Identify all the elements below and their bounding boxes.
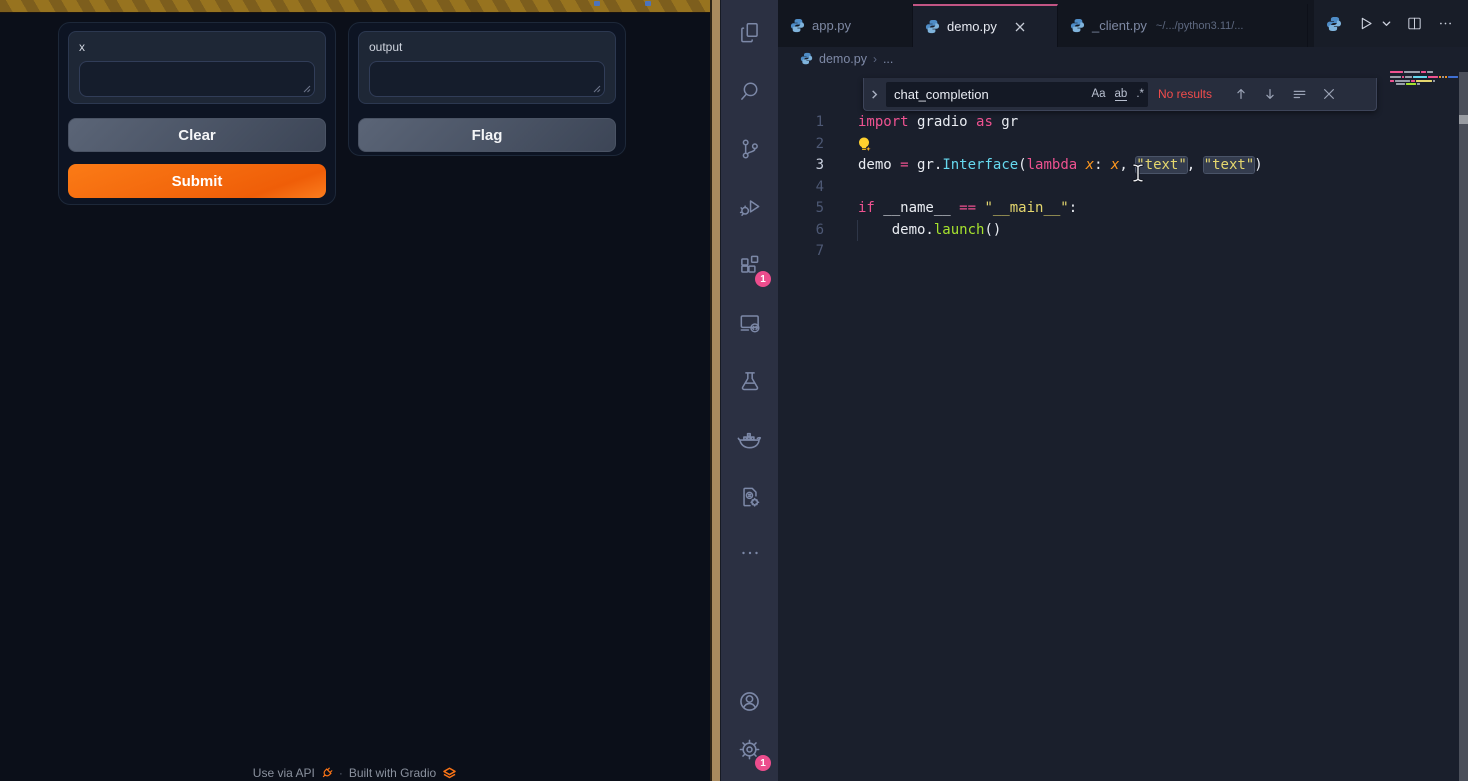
- extensions-badge: 1: [755, 271, 771, 287]
- editor-group: app.py demo.py _client.py ~/.../python3.…: [778, 0, 1468, 781]
- lightbulb-icon[interactable]: [856, 136, 872, 153]
- settings-badge: 1: [755, 755, 771, 771]
- gradio-textbox-x: x: [68, 31, 326, 104]
- line-number: 5: [778, 198, 824, 220]
- settings-gear-icon[interactable]: 1: [721, 725, 778, 773]
- gradio-textbox-output: output: [358, 31, 616, 104]
- config-file-icon[interactable]: [721, 473, 778, 521]
- browser-topbar-stripe: [0, 0, 710, 13]
- find-widget: Aa ab .* No results: [863, 78, 1377, 111]
- activity-bar: 1 1: [721, 0, 778, 781]
- editor-actions: [1314, 0, 1468, 47]
- extensions-icon[interactable]: 1: [721, 241, 778, 289]
- gradio-output-column: output Flag: [348, 22, 626, 156]
- chevron-right-icon: ›: [873, 52, 877, 66]
- whole-word-toggle[interactable]: ab: [1115, 88, 1128, 101]
- tab-label: app.py: [812, 18, 851, 33]
- python-icon: [1070, 18, 1085, 33]
- toggle-replace-chevron[interactable]: [866, 89, 882, 100]
- minimap-line: [1396, 83, 1420, 85]
- remote-explorer-icon[interactable]: [721, 299, 778, 347]
- vscode-window: 1 1: [721, 0, 1468, 781]
- python-icon: [925, 19, 940, 34]
- code-line[interactable]: 6 demo.launch(): [778, 220, 1468, 242]
- match-case-toggle[interactable]: Aa: [1091, 88, 1105, 100]
- line-number: 7: [778, 241, 824, 263]
- testing-icon[interactable]: [721, 357, 778, 405]
- gradio-footer: Use via API · Built with Gradio: [0, 766, 710, 780]
- tab-label: demo.py: [947, 19, 997, 34]
- run-dropdown[interactable]: [1381, 18, 1392, 29]
- find-in-selection-icon[interactable]: [1292, 87, 1307, 101]
- code-line[interactable]: 5if __name__ == "__main__":: [778, 198, 1468, 220]
- x-label: x: [79, 40, 315, 54]
- minimap-line: [1390, 76, 1468, 78]
- tab-demo-py[interactable]: demo.py: [913, 4, 1058, 47]
- background-window-edge: [1459, 72, 1468, 781]
- flag-button[interactable]: Flag: [358, 118, 616, 152]
- gradio-logo-icon: [442, 767, 457, 779]
- breadcrumb-file[interactable]: demo.py: [819, 52, 867, 66]
- resize-handle-icon[interactable]: [591, 83, 601, 93]
- more-views-icon[interactable]: [721, 529, 778, 577]
- find-next-arrow[interactable]: [1263, 87, 1277, 101]
- code-line[interactable]: 7: [778, 241, 1468, 263]
- python-icon: [790, 18, 805, 33]
- search-icon[interactable]: [721, 67, 778, 115]
- tab-app-py[interactable]: app.py: [778, 4, 913, 47]
- run-button[interactable]: [1356, 14, 1375, 33]
- minimap-line: [1390, 71, 1433, 73]
- explorer-icon[interactable]: [721, 9, 778, 57]
- gradio-input-column: x Clear Submit: [58, 22, 336, 205]
- browser-chrome-remnant: [645, 1, 651, 6]
- tab-client-py[interactable]: _client.py ~/.../python3.11/...: [1058, 4, 1308, 47]
- x-textarea[interactable]: [79, 61, 315, 97]
- api-plug-icon: [321, 767, 333, 779]
- find-input[interactable]: [886, 87, 1036, 102]
- close-icon[interactable]: [1322, 87, 1336, 101]
- breadcrumb[interactable]: demo.py › ...: [778, 47, 1468, 70]
- python-icon: [800, 52, 813, 65]
- docker-icon[interactable]: [721, 415, 778, 463]
- line-number: 3: [778, 155, 824, 177]
- output-label: output: [369, 40, 605, 54]
- python-icon: [1326, 16, 1342, 32]
- source-control-icon[interactable]: [721, 125, 778, 173]
- footer-separator: ·: [339, 766, 343, 780]
- split-editor-button[interactable]: [1406, 15, 1423, 32]
- breadcrumb-more[interactable]: ...: [883, 52, 893, 66]
- gradio-browser-pane: x Clear Submit output Flag Use via API ·…: [0, 0, 710, 781]
- code-line[interactable]: 4: [778, 177, 1468, 199]
- find-previous-arrow[interactable]: [1234, 87, 1248, 101]
- mouse-text-cursor: [1131, 163, 1145, 183]
- code-editor[interactable]: 1import gradio as gr23demo = gr.Interfac…: [778, 112, 1468, 263]
- use-via-api-link[interactable]: Use via API: [253, 766, 315, 780]
- resize-handle-icon[interactable]: [301, 83, 311, 93]
- submit-button[interactable]: Submit: [68, 164, 326, 198]
- output-textarea[interactable]: [369, 61, 605, 97]
- tab-label: _client.py: [1092, 18, 1147, 33]
- code-line[interactable]: 3demo = gr.Interface(lambda x: x, "text"…: [778, 155, 1468, 177]
- browser-chrome-remnant: [594, 1, 600, 6]
- close-icon[interactable]: [1014, 21, 1026, 33]
- window-divider[interactable]: [710, 0, 721, 781]
- built-with-gradio-link[interactable]: Built with Gradio: [349, 766, 436, 780]
- line-number: 2: [778, 134, 824, 156]
- clear-button[interactable]: Clear: [68, 118, 326, 152]
- background-window-notch: [1459, 115, 1468, 124]
- more-actions-button[interactable]: [1437, 15, 1454, 32]
- line-number: 1: [778, 112, 824, 134]
- find-input-wrap: Aa ab .*: [886, 82, 1148, 107]
- regex-toggle[interactable]: .*: [1136, 88, 1144, 100]
- screen: x Clear Submit output Flag Use via API ·…: [0, 0, 1468, 781]
- tab-bar: app.py demo.py _client.py ~/.../python3.…: [778, 0, 1468, 47]
- run-debug-icon[interactable]: [721, 183, 778, 231]
- tab-path-detail: ~/.../python3.11/...: [1156, 20, 1244, 32]
- code-line[interactable]: 2: [778, 134, 1468, 156]
- account-icon[interactable]: [721, 677, 778, 725]
- code-line[interactable]: 1import gradio as gr: [778, 112, 1468, 134]
- line-number: 4: [778, 177, 824, 199]
- find-status: No results: [1158, 87, 1212, 101]
- line-number: 6: [778, 220, 824, 242]
